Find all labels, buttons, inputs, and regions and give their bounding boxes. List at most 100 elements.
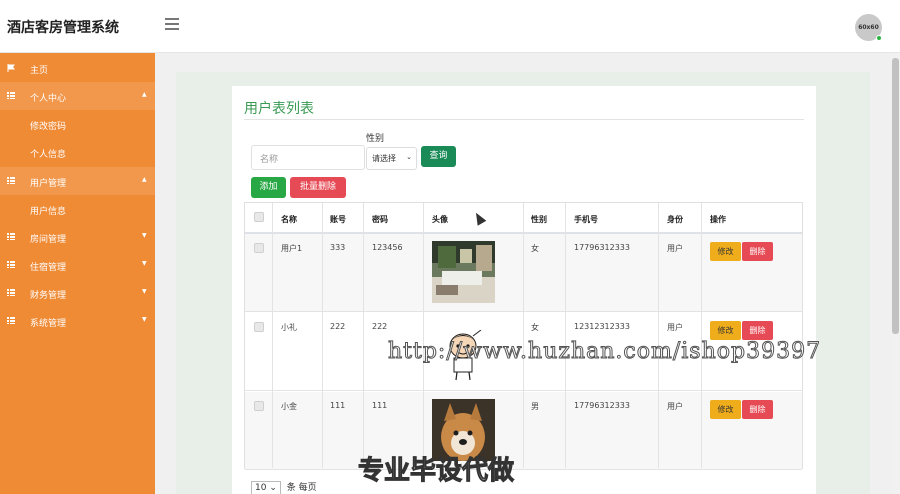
column-header: 手机号 <box>574 215 598 224</box>
column-divider <box>423 203 424 468</box>
cell-account: 222 <box>330 322 346 331</box>
column-header: 名称 <box>281 215 297 224</box>
cell-password: 123456 <box>372 243 403 252</box>
column-header: 性别 <box>531 215 547 224</box>
column-header: 操作 <box>710 215 726 224</box>
menu-toggle-icon[interactable] <box>165 18 179 32</box>
sidebar-group-finance[interactable]: 财务管理 ▼ <box>0 279 155 307</box>
delete-button[interactable]: 删除 <box>742 242 773 261</box>
cell-name: 用户1 <box>281 244 303 253</box>
flag-icon <box>7 64 15 72</box>
sidebar-group-system[interactable]: 系统管理 ▼ <box>0 307 155 335</box>
user-table: 名称 账号 密码 头像 性别 手机号 身份 操作 用户1 333 123456 <box>244 202 803 470</box>
sidebar-group-users[interactable]: 用户管理 ▲ <box>0 167 155 195</box>
column-header: 头像 <box>432 215 448 224</box>
watermark-url: http://www.huzhan.com/ishop39397 <box>387 339 822 365</box>
cell-sex: 女 <box>531 244 539 253</box>
sidebar-group-lodging[interactable]: 住宿管理 ▼ <box>0 251 155 279</box>
user-list-card: 用户表列表 名称 性别 请选择 ⌄ 查询 添加 批量删除 名称 账号 密码 头像… <box>232 86 816 494</box>
chevron-up-icon: ▲ <box>142 176 147 183</box>
cell-phone: 17796312333 <box>574 401 630 410</box>
sidebar-item-label: 个人中心 <box>30 94 67 104</box>
row-checkbox[interactable] <box>254 243 264 253</box>
cell-name: 小金 <box>281 402 297 411</box>
chevron-down-icon: ▼ <box>142 288 147 295</box>
cell-account: 111 <box>330 401 346 410</box>
delete-button[interactable]: 删除 <box>742 400 773 419</box>
chevron-down-icon: ▼ <box>142 316 147 323</box>
cell-phone: 17796312333 <box>574 243 630 252</box>
page-size-suffix: 条 每页 <box>286 483 317 493</box>
column-divider <box>565 203 566 468</box>
sex-select[interactable]: 请选择 ⌄ <box>366 147 417 170</box>
sidebar-item-label: 用户管理 <box>30 179 67 189</box>
column-divider <box>363 203 364 468</box>
sidebar-item-label: 财务管理 <box>30 291 67 301</box>
list-icon <box>7 261 15 268</box>
cell-password: 111 <box>372 401 388 410</box>
chevron-down-icon: ⌄ <box>406 153 412 161</box>
search-name-input[interactable]: 名称 <box>251 145 365 170</box>
sidebar-group-personal[interactable]: 个人中心 ▲ <box>0 82 155 110</box>
divider <box>244 119 804 120</box>
column-header: 密码 <box>372 215 388 224</box>
column-divider <box>523 203 524 468</box>
query-button[interactable]: 查询 <box>421 146 456 167</box>
row-checkbox[interactable] <box>254 401 264 411</box>
list-icon <box>7 317 15 324</box>
sidebar-item-personal-info[interactable]: 个人信息 <box>0 138 155 166</box>
cell-role: 用户 <box>667 244 683 253</box>
page-size-select[interactable]: 10 ⌄ <box>251 481 281 494</box>
cell-role: 用户 <box>667 402 683 411</box>
cell-phone: 12312312333 <box>574 322 630 331</box>
list-icon <box>7 289 15 296</box>
sidebar-item-label: 修改密码 <box>30 122 67 132</box>
sidebar-item-label: 系统管理 <box>30 319 67 329</box>
app-title: 酒店客房管理系统 <box>7 20 119 36</box>
sidebar-item-home[interactable]: 主页 <box>0 54 155 82</box>
cell-role: 用户 <box>667 323 683 332</box>
list-icon <box>7 92 15 99</box>
cell-account: 333 <box>330 243 346 252</box>
online-status-dot <box>876 35 882 41</box>
chevron-down-icon: ▼ <box>142 232 147 239</box>
room-photo-image <box>432 241 495 303</box>
sidebar-group-rooms[interactable]: 房间管理 ▼ <box>0 223 155 251</box>
row-checkbox[interactable] <box>254 322 264 332</box>
sidebar-item-label: 用户信息 <box>30 207 67 217</box>
sidebar: 主页 个人中心 ▲ 修改密码 个人信息 用户管理 ▲ 用户信息 房间管理 ▼ 住… <box>0 53 155 494</box>
sex-select-value: 请选择 <box>372 154 396 163</box>
pagination: 10 ⌄ 条 每页 <box>251 480 317 494</box>
sidebar-item-label: 主页 <box>30 66 49 76</box>
column-divider <box>322 203 323 468</box>
column-divider <box>272 203 273 468</box>
sidebar-item-label: 房间管理 <box>30 235 67 245</box>
page-title: 用户表列表 <box>244 101 314 117</box>
cell-sex: 男 <box>531 402 539 411</box>
sidebar-item-user-info[interactable]: 用户信息 <box>0 195 155 223</box>
sidebar-item-label: 住宿管理 <box>30 263 67 273</box>
page-size-value: 10 <box>255 483 267 493</box>
column-header: 账号 <box>330 215 346 224</box>
list-icon <box>7 233 15 240</box>
watermark-slogan: 专业毕设代做 <box>357 456 515 487</box>
column-header: 身份 <box>667 215 683 224</box>
column-divider <box>658 203 659 468</box>
chevron-up-icon: ▲ <box>142 91 147 98</box>
list-icon <box>7 177 15 184</box>
delete-button[interactable]: 删除 <box>742 321 773 340</box>
select-all-checkbox[interactable] <box>254 212 264 222</box>
edit-button[interactable]: 修改 <box>710 400 741 419</box>
sidebar-item-change-password[interactable]: 修改密码 <box>0 110 155 138</box>
edit-button[interactable]: 修改 <box>710 321 741 340</box>
cell-name: 小礼 <box>281 323 297 332</box>
top-bar: 酒店客房管理系统 60x60 <box>0 0 900 53</box>
column-divider <box>701 203 702 468</box>
cell-sex: 女 <box>531 323 539 332</box>
edit-button[interactable]: 修改 <box>710 242 741 261</box>
add-button[interactable]: 添加 <box>251 177 286 198</box>
chevron-down-icon: ▼ <box>142 260 147 267</box>
scrollbar-thumb[interactable] <box>892 58 899 334</box>
sidebar-item-label: 个人信息 <box>30 150 67 160</box>
batch-delete-button[interactable]: 批量删除 <box>290 177 346 198</box>
